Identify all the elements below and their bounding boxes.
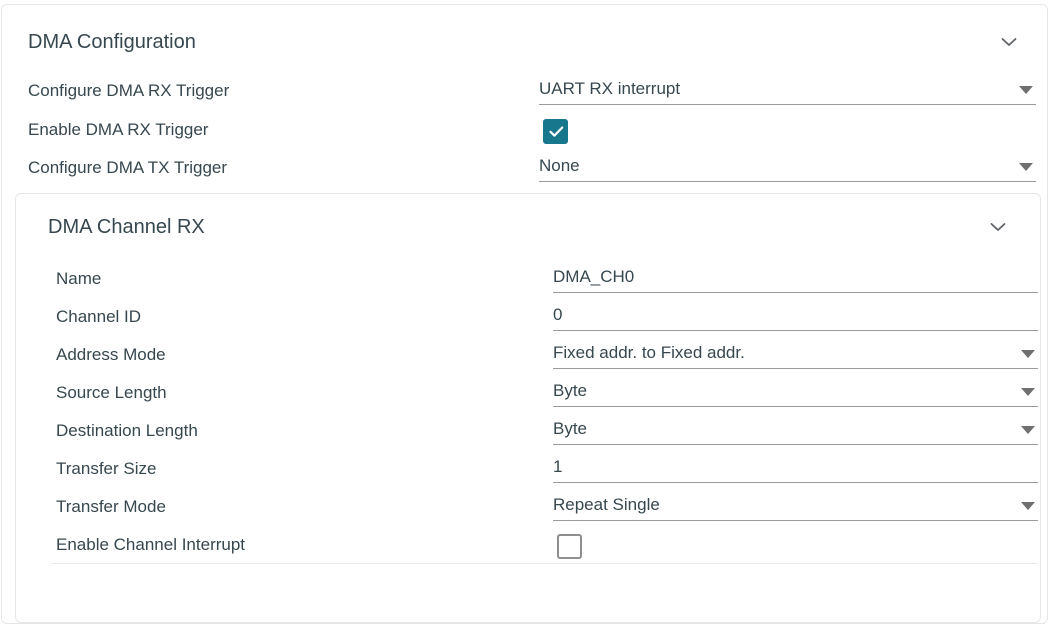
label-channel-id: Channel ID	[56, 307, 142, 326]
caret-down-icon	[1021, 426, 1035, 434]
input-channel-id[interactable]: 0	[553, 303, 1038, 331]
label-source-length: Source Length	[56, 383, 167, 402]
select-address-mode[interactable]: Fixed addr. to Fixed addr.	[553, 341, 1038, 369]
caret-down-icon	[1019, 86, 1033, 94]
dma-configuration-header[interactable]: DMA Configuration	[2, 5, 1047, 61]
row-enable-dma-rx-trigger: Enable DMA RX Trigger	[2, 119, 1047, 157]
input-transfer-size[interactable]: 1	[553, 455, 1038, 483]
caret-down-icon	[1021, 388, 1035, 396]
check-icon	[548, 123, 565, 145]
label-configure-dma-rx-trigger: Configure DMA RX Trigger	[28, 81, 230, 100]
dma-configuration-card: DMA Configuration Configure DMA RX Trigg…	[1, 4, 1048, 624]
select-transfer-mode[interactable]: Repeat Single	[553, 493, 1038, 521]
row-destination-length: Destination Length Byte	[16, 417, 1040, 458]
label-configure-dma-tx-trigger: Configure DMA TX Trigger	[28, 158, 228, 177]
caret-down-icon	[1021, 350, 1035, 358]
label-enable-dma-rx-trigger: Enable DMA RX Trigger	[28, 120, 209, 139]
section-divider	[52, 563, 1038, 564]
label-transfer-size: Transfer Size	[56, 459, 157, 478]
label-transfer-mode: Transfer Mode	[56, 497, 166, 516]
checkbox-enable-channel-interrupt[interactable]	[557, 534, 582, 559]
row-channel-id: Channel ID 0	[16, 303, 1040, 344]
select-destination-length[interactable]: Byte	[553, 417, 1038, 445]
label-destination-length: Destination Length	[56, 421, 198, 440]
page-title: DMA Configuration	[28, 31, 196, 53]
chevron-down-icon[interactable]	[987, 216, 1009, 238]
select-configure-dma-tx-trigger[interactable]: None	[539, 154, 1036, 182]
chevron-down-icon[interactable]	[998, 31, 1020, 53]
row-configure-dma-rx-trigger: Configure DMA RX Trigger UART RX interru…	[2, 77, 1047, 118]
row-enable-channel-interrupt: Enable Channel Interrupt	[16, 534, 1040, 572]
row-transfer-mode: Transfer Mode Repeat Single	[16, 493, 1040, 534]
select-source-length[interactable]: Byte	[553, 379, 1038, 407]
select-value-address-mode: Fixed addr. to Fixed addr.	[553, 343, 745, 362]
input-name[interactable]: DMA_CH0	[553, 265, 1038, 293]
select-value-configure-dma-rx-trigger: UART RX interrupt	[539, 79, 681, 98]
dma-configuration-screen: DMA Configuration Configure DMA RX Trigg…	[0, 0, 1050, 624]
checkbox-enable-dma-rx-trigger[interactable]	[543, 119, 568, 144]
row-configure-dma-tx-trigger: Configure DMA TX Trigger None	[2, 154, 1047, 195]
input-value-channel-id: 0	[553, 305, 563, 324]
caret-down-icon	[1021, 502, 1035, 510]
row-transfer-size: Transfer Size 1	[16, 455, 1040, 496]
input-value-transfer-size: 1	[553, 457, 563, 476]
caret-down-icon	[1019, 163, 1033, 171]
select-value-configure-dma-tx-trigger: None	[539, 156, 580, 175]
select-value-destination-length: Byte	[553, 419, 588, 438]
select-configure-dma-rx-trigger[interactable]: UART RX interrupt	[539, 77, 1036, 105]
row-address-mode: Address Mode Fixed addr. to Fixed addr.	[16, 341, 1040, 382]
select-value-transfer-mode: Repeat Single	[553, 495, 660, 514]
label-address-mode: Address Mode	[56, 345, 166, 364]
input-value-name: DMA_CH0	[553, 267, 635, 286]
label-enable-channel-interrupt: Enable Channel Interrupt	[56, 535, 246, 554]
row-name: Name DMA_CH0	[16, 265, 1040, 306]
subsection-title: DMA Channel RX	[48, 216, 205, 238]
label-name: Name	[56, 269, 102, 288]
row-source-length: Source Length Byte	[16, 379, 1040, 420]
select-value-source-length: Byte	[553, 381, 588, 400]
dma-channel-rx-card: DMA Channel RX Name DMA_CH0 Channel ID 0…	[15, 193, 1041, 623]
